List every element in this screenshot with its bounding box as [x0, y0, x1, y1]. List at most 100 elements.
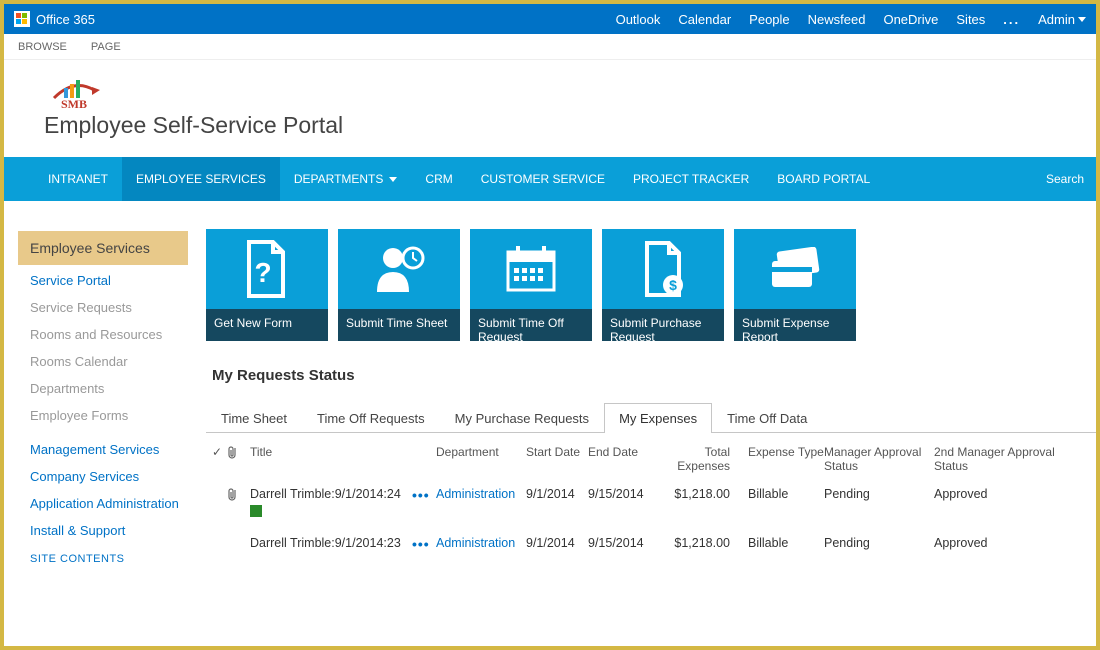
sidebar-item-rooms-calendar[interactable]: Rooms Calendar	[18, 348, 194, 375]
smb-logo-icon[interactable]: SMB	[44, 70, 104, 110]
row-menu-icon[interactable]: •••	[412, 536, 436, 552]
col-mgr1[interactable]: Manager Approval Status	[824, 445, 934, 473]
sidebar-group-install-support[interactable]: Install & Support	[18, 516, 194, 543]
sidebar-item-rooms-resources[interactable]: Rooms and Resources	[18, 321, 194, 348]
attachment-icon[interactable]	[228, 487, 250, 501]
col-end[interactable]: End Date	[588, 445, 656, 473]
suite-link-onedrive[interactable]: OneDrive	[883, 12, 938, 27]
tile-submit-time-off[interactable]: Submit Time Off Request	[470, 229, 592, 341]
sidebar-item-employee-forms[interactable]: Employee Forms	[18, 402, 194, 429]
row-title[interactable]: Darrell Trimble:9/1/2014:24	[250, 487, 412, 520]
col-check[interactable]: ✓	[206, 445, 228, 473]
topnav-employee-services[interactable]: EMPLOYEE SERVICES	[122, 157, 280, 201]
top-nav: INTRANET EMPLOYEE SERVICES DEPARTMENTS C…	[4, 157, 1096, 201]
paperclip-icon	[228, 445, 238, 459]
tab-time-off-data[interactable]: Time Off Data	[712, 403, 822, 433]
col-mgr2[interactable]: 2nd Manager Approval Status	[934, 445, 1074, 473]
tile-label: Submit Time Off Request	[470, 309, 592, 341]
col-attach	[228, 445, 250, 473]
col-total[interactable]: Total Expenses	[656, 445, 748, 473]
row-dept[interactable]: Administration	[436, 487, 526, 501]
tile-label: Submit Time Sheet	[338, 309, 460, 341]
request-table: ✓ Title Department Start Date End Date T…	[206, 439, 1096, 560]
svg-text:$: $	[669, 277, 677, 293]
sidebar-site-contents[interactable]: SITE CONTENTS	[18, 543, 194, 565]
tile-label: Submit Expense Report	[734, 309, 856, 341]
row-mgr2: Approved	[934, 487, 1074, 501]
sidebar: Employee Services Service Portal Service…	[4, 201, 194, 565]
row-total: $1,218.00	[656, 536, 748, 550]
topnav-project-tracker[interactable]: PROJECT TRACKER	[619, 157, 763, 201]
suite-links: Outlook Calendar People Newsfeed OneDriv…	[616, 12, 1086, 27]
row-total: $1,218.00	[656, 487, 748, 501]
excel-icon	[250, 505, 262, 517]
suite-bar: Office 365 Outlook Calendar People Newsf…	[4, 4, 1096, 34]
chevron-down-icon	[389, 177, 397, 182]
table-header-row: ✓ Title Department Start Date End Date T…	[206, 439, 1096, 479]
row-end: 9/15/2014	[588, 536, 656, 550]
sidebar-group-management[interactable]: Management Services	[18, 435, 194, 462]
topnav-intranet[interactable]: INTRANET	[34, 157, 122, 201]
row-menu-icon[interactable]: •••	[412, 487, 436, 503]
tab-time-off-requests[interactable]: Time Off Requests	[302, 403, 440, 433]
tab-my-purchase-requests[interactable]: My Purchase Requests	[440, 403, 604, 433]
section-title: My Requests Status	[206, 367, 1096, 384]
col-title[interactable]: Title	[250, 445, 412, 473]
col-exptype[interactable]: Expense Type	[748, 445, 824, 473]
row-title[interactable]: Darrell Trimble:9/1/2014:23	[250, 536, 412, 550]
sidebar-group-app-admin[interactable]: Application Administration	[18, 489, 194, 516]
sidebar-header: Employee Services	[18, 231, 188, 265]
tab-my-expenses[interactable]: My Expenses	[604, 403, 712, 433]
calendar-icon	[470, 229, 592, 309]
suite-link-outlook[interactable]: Outlook	[616, 12, 661, 27]
tile-submit-purchase[interactable]: $ Submit Purchase Request	[602, 229, 724, 341]
person-clock-icon	[338, 229, 460, 309]
row-exptype: Billable	[748, 487, 824, 501]
table-row[interactable]: Darrell Trimble:9/1/2014:23 ••• Administ…	[206, 528, 1096, 560]
ribbon: BROWSE PAGE	[4, 34, 1096, 60]
office-logo-icon	[14, 11, 30, 27]
sidebar-item-service-requests[interactable]: Service Requests	[18, 294, 194, 321]
suite-brand-area[interactable]: Office 365	[14, 11, 95, 27]
suite-link-people[interactable]: People	[749, 12, 789, 27]
topnav-customer-service[interactable]: CUSTOMER SERVICE	[467, 157, 619, 201]
topnav-crm[interactable]: CRM	[411, 157, 466, 201]
suite-link-sites[interactable]: Sites	[956, 12, 985, 27]
sidebar-group-company[interactable]: Company Services	[18, 462, 194, 489]
ribbon-tab-browse[interactable]: BROWSE	[18, 41, 67, 53]
topnav-departments[interactable]: DEPARTMENTS	[280, 157, 412, 201]
request-tabs: Time Sheet Time Off Requests My Purchase…	[206, 402, 1096, 433]
sidebar-item-departments[interactable]: Departments	[18, 375, 194, 402]
col-start[interactable]: Start Date	[526, 445, 588, 473]
tile-label: Get New Form	[206, 309, 328, 341]
sidebar-item-service-portal[interactable]: Service Portal	[18, 267, 194, 294]
col-menu-spacer	[412, 445, 436, 473]
document-dollar-icon: $	[602, 229, 724, 309]
tile-submit-timesheet[interactable]: Submit Time Sheet	[338, 229, 460, 341]
ribbon-tab-page[interactable]: PAGE	[91, 41, 121, 53]
tab-time-sheet[interactable]: Time Sheet	[206, 403, 302, 433]
tile-label: Submit Purchase Request	[602, 309, 724, 341]
row-dept[interactable]: Administration	[436, 536, 526, 550]
suite-admin-menu[interactable]: Admin	[1038, 12, 1086, 27]
col-dept[interactable]: Department	[436, 445, 526, 473]
credit-card-icon	[734, 229, 856, 309]
suite-link-calendar[interactable]: Calendar	[678, 12, 731, 27]
page-title: Employee Self-Service Portal	[44, 112, 1056, 139]
topnav-board-portal[interactable]: BOARD PORTAL	[763, 157, 884, 201]
tile-row: ? Get New Form Submit Time Sheet Submit …	[206, 229, 1096, 341]
row-mgr1: Pending	[824, 536, 934, 550]
tile-submit-expense[interactable]: Submit Expense Report	[734, 229, 856, 341]
title-area: SMB Employee Self-Service Portal	[4, 60, 1096, 157]
topnav-search[interactable]: Search	[1034, 157, 1096, 201]
row-mgr2: Approved	[934, 536, 1074, 550]
form-question-icon: ?	[206, 229, 328, 309]
suite-brand-text: Office 365	[36, 12, 95, 27]
main-area: Employee Services Service Portal Service…	[4, 201, 1096, 565]
row-mgr1: Pending	[824, 487, 934, 501]
suite-more-icon[interactable]: ...	[1003, 12, 1020, 27]
tile-get-new-form[interactable]: ? Get New Form	[206, 229, 328, 341]
table-row[interactable]: Darrell Trimble:9/1/2014:24 ••• Administ…	[206, 479, 1096, 528]
suite-admin-label: Admin	[1038, 12, 1075, 27]
suite-link-newsfeed[interactable]: Newsfeed	[808, 12, 866, 27]
